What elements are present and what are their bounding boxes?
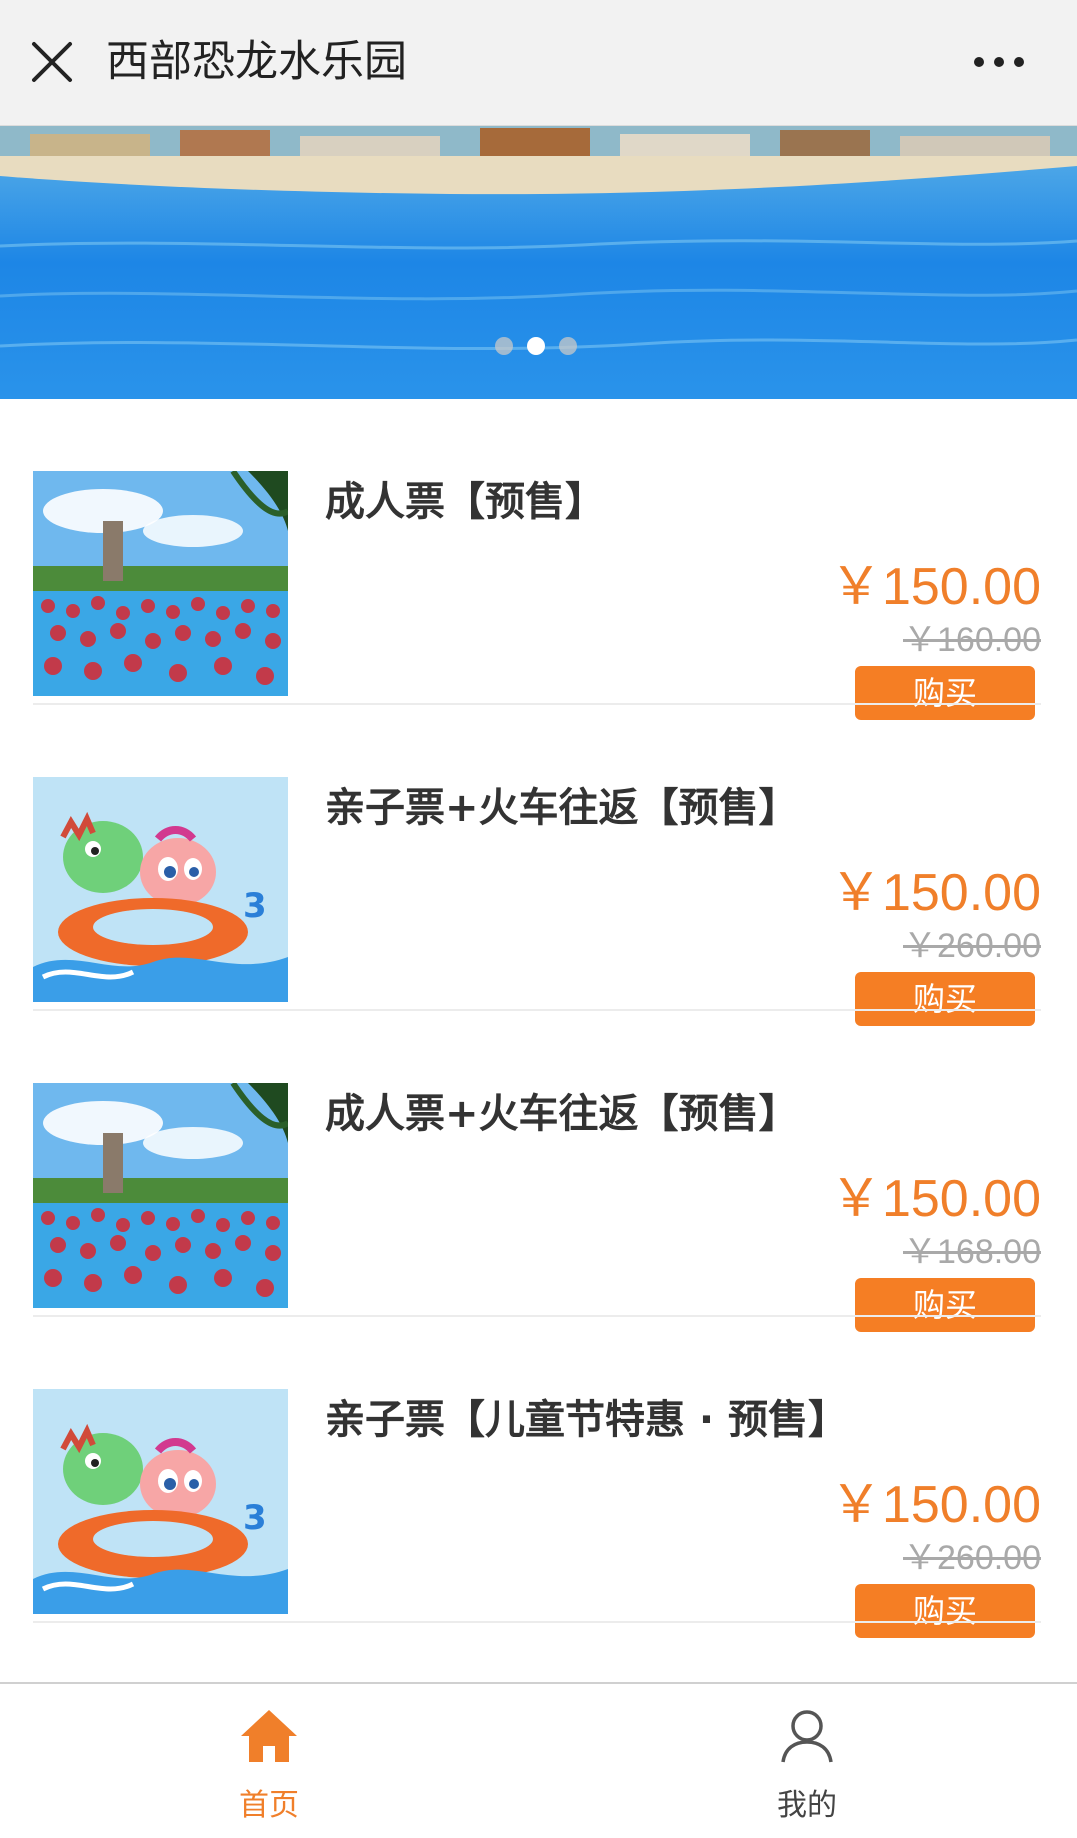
carousel-dot[interactable] (559, 337, 577, 355)
product-name: 亲子票+火车往返【预售】 (325, 785, 799, 831)
product-original-price: ￥260.00 (903, 1539, 1041, 1577)
product-name: 亲子票【儿童节特惠 · 预售】 (325, 1397, 849, 1443)
product-original-price: ￥168.00 (903, 1233, 1041, 1271)
svg-text:3: 3 (243, 1498, 267, 1538)
product-price: ￥150.00 (829, 1170, 1041, 1228)
product-item[interactable]: 成人票+火车往返【预售】 ￥150.00 ￥168.00 购买 (0, 1011, 1077, 1332)
banner-image (0, 126, 1077, 399)
cartoon-dinosaurs-pool-float: 3 (33, 1389, 288, 1614)
tab-home-label: 首页 (239, 1788, 299, 1823)
user-icon (775, 1704, 839, 1768)
more-dots-icon[interactable] (971, 44, 1027, 80)
top-navigation-bar: 西部恐龙水乐园 (0, 0, 1077, 126)
page: 西部恐龙水乐园 成人票【预售】 ￥150.00 ￥160.00 购买 3 亲子票… (0, 0, 1077, 1838)
banner-carousel[interactable] (0, 126, 1077, 399)
product-item[interactable]: 3 亲子票+火车往返【预售】 ￥150.00 ￥260.00 购买 (0, 705, 1077, 1026)
divider (33, 1621, 1041, 1623)
carousel-dot[interactable] (495, 337, 513, 355)
crowded-pool-photo (33, 1083, 288, 1308)
product-thumbnail[interactable] (33, 1083, 288, 1308)
tab-mine[interactable]: 我的 (538, 1684, 1076, 1838)
crowded-pool-photo (33, 471, 288, 696)
product-thumbnail[interactable]: 3 (33, 777, 288, 1002)
product-name: 成人票+火车往返【预售】 (325, 1091, 799, 1137)
carousel-dot-active[interactable] (527, 337, 545, 355)
product-original-price: ￥260.00 (903, 927, 1041, 965)
product-price: ￥150.00 (829, 1476, 1041, 1534)
product-item[interactable]: 3 亲子票【儿童节特惠 · 预售】 ￥150.00 ￥260.00 购买 (0, 1317, 1077, 1638)
product-price: ￥150.00 (829, 558, 1041, 616)
page-title: 西部恐龙水乐园 (106, 37, 407, 87)
product-original-price: ￥160.00 (903, 621, 1041, 659)
cartoon-dinosaurs-pool-float: 3 (33, 777, 288, 1002)
close-icon[interactable] (28, 38, 76, 86)
product-item[interactable]: 成人票【预售】 ￥150.00 ￥160.00 购买 (0, 399, 1077, 720)
bottom-tab-bar: 首页 我的 (0, 1682, 1077, 1838)
product-price: ￥150.00 (829, 864, 1041, 922)
tab-home[interactable]: 首页 (0, 1684, 538, 1838)
product-name: 成人票【预售】 (325, 479, 605, 525)
product-thumbnail[interactable]: 3 (33, 1389, 288, 1614)
product-thumbnail[interactable] (33, 471, 288, 696)
tab-mine-label: 我的 (777, 1788, 837, 1823)
svg-text:3: 3 (243, 886, 267, 926)
home-icon (237, 1704, 301, 1768)
buy-button[interactable]: 购买 (855, 1584, 1035, 1638)
carousel-indicator (493, 337, 593, 357)
